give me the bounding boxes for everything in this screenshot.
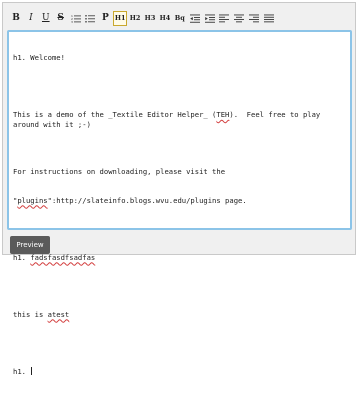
- indent-icon: [204, 14, 215, 23]
- align-left-button[interactable]: [217, 11, 231, 26]
- spellcheck-word: plugins: [17, 195, 48, 205]
- text-line: "plugins":http://slateinfo.blogs.wvu.edu…: [13, 195, 247, 205]
- bold-button[interactable]: B: [9, 11, 23, 26]
- align-right-icon: [249, 14, 260, 22]
- strikethrough-button[interactable]: S: [54, 11, 68, 26]
- text-caret: [31, 366, 33, 375]
- text-line: h1. fadsfasdfsadfas: [13, 252, 96, 262]
- h4-button[interactable]: H4: [158, 11, 172, 26]
- outdent-icon: [189, 14, 200, 23]
- h2-button[interactable]: H2: [128, 11, 142, 26]
- h3-button[interactable]: H3: [143, 11, 157, 26]
- text-line: This is a demo of the _Textile Editor He…: [13, 110, 325, 129]
- unordered-list-icon: [85, 14, 96, 23]
- align-left-icon: [219, 14, 230, 22]
- align-center-button[interactable]: [232, 11, 246, 26]
- text-line: h1.: [13, 366, 33, 376]
- paragraph-button[interactable]: P: [98, 11, 112, 26]
- unordered-list-button[interactable]: [83, 11, 97, 26]
- spellcheck-word: atest: [47, 309, 70, 319]
- italic-button[interactable]: I: [24, 11, 38, 26]
- align-center-icon: [234, 14, 245, 22]
- blockquote-button[interactable]: Bq: [173, 11, 187, 26]
- text-line: h1. Welcome!: [13, 53, 65, 62]
- editor-toolbar: B I U S 1 2 3 P H1 H2 H3 H4 Bq: [9, 10, 277, 26]
- textile-textarea[interactable]: h1. Welcome! This is a demo of the _Text…: [7, 30, 352, 376]
- underline-button[interactable]: U: [39, 11, 53, 26]
- text-line: this is atest: [13, 309, 70, 319]
- text-line: For instructions on downloading, please …: [13, 167, 226, 176]
- indent-button[interactable]: [203, 11, 217, 26]
- justify-icon: [264, 14, 275, 22]
- svg-text:3: 3: [71, 20, 73, 23]
- justify-button[interactable]: [262, 11, 276, 26]
- align-right-button[interactable]: [247, 11, 261, 26]
- spellcheck-word: TEH: [216, 110, 230, 119]
- preview-button[interactable]: Preview: [10, 236, 50, 254]
- h1-button[interactable]: H1: [113, 10, 128, 26]
- ordered-list-button[interactable]: 1 2 3: [69, 11, 83, 26]
- textile-editor: B I U S 1 2 3 P H1 H2 H3 H4 Bq h1. Welco…: [2, 2, 356, 376]
- outdent-button[interactable]: [188, 11, 202, 26]
- ordered-list-icon: 1 2 3: [71, 14, 81, 23]
